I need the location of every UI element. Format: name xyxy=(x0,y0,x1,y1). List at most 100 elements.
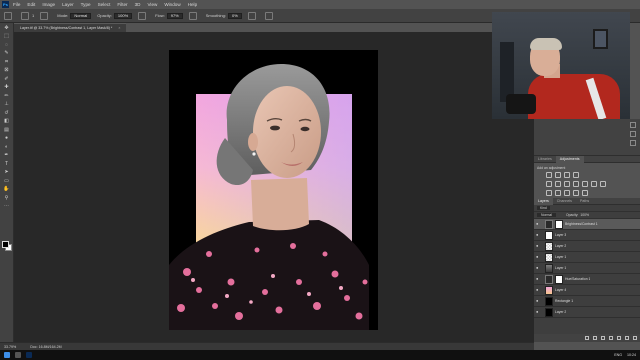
visibility-eye-icon[interactable]: ● xyxy=(536,299,541,303)
tab-paths[interactable]: Paths xyxy=(576,199,593,203)
marquee-tool[interactable]: ⬚ xyxy=(2,33,11,40)
tab-channels[interactable]: Channels xyxy=(553,199,576,203)
pressure-opacity-button[interactable] xyxy=(138,11,149,20)
search-icon[interactable] xyxy=(15,352,21,358)
visibility-eye-icon[interactable]: ● xyxy=(536,288,541,292)
gradient-map-icon[interactable] xyxy=(573,190,579,196)
delete-layer-icon[interactable] xyxy=(633,336,637,340)
tab-libraries[interactable]: Libraries xyxy=(534,157,556,161)
foreground-color-swatch[interactable] xyxy=(2,241,9,248)
blur-tool[interactable]: ● xyxy=(2,135,11,142)
photo-filter-icon[interactable] xyxy=(582,181,588,187)
eyedropper-tool[interactable]: ✐ xyxy=(2,76,11,83)
document-canvas[interactable] xyxy=(169,50,378,330)
mode-select[interactable]: Normal xyxy=(70,12,92,19)
symmetry-button[interactable] xyxy=(264,11,276,20)
home-button[interactable] xyxy=(4,11,15,20)
more-tools-icon[interactable]: ⋯ xyxy=(2,203,11,210)
dodge-tool[interactable]: ◐ xyxy=(2,144,11,151)
hue-saturation-icon[interactable] xyxy=(555,181,561,187)
layer-style-icon[interactable] xyxy=(593,336,597,340)
crop-tool[interactable]: ⌗ xyxy=(2,59,11,66)
layer-row[interactable]: ● Layer 2 xyxy=(534,307,640,318)
visibility-eye-icon[interactable]: ● xyxy=(536,244,541,248)
type-tool[interactable]: T xyxy=(2,161,11,168)
brush-tool[interactable]: ✏ xyxy=(2,93,11,100)
menu-type[interactable]: Type xyxy=(81,2,91,7)
smoothing-settings-button[interactable] xyxy=(247,11,259,20)
smoothing-input[interactable]: 0% xyxy=(227,12,242,19)
path-select-tool[interactable]: ➤ xyxy=(2,169,11,176)
exposure-icon[interactable] xyxy=(573,172,579,178)
posterize-icon[interactable] xyxy=(555,190,561,196)
quick-select-tool[interactable]: ✎ xyxy=(2,50,11,57)
pen-tool[interactable]: ✒ xyxy=(2,152,11,159)
healing-tool[interactable]: ✚ xyxy=(2,84,11,91)
menu-edit[interactable]: Edit xyxy=(27,2,35,7)
lasso-tool[interactable]: ◌ xyxy=(2,42,11,49)
color-balance-icon[interactable] xyxy=(564,181,570,187)
layer-mask-thumbnail[interactable] xyxy=(555,274,563,284)
visibility-eye-icon[interactable]: ● xyxy=(536,222,541,226)
layer-kind-filter[interactable]: Kind xyxy=(537,206,550,210)
zoom-level[interactable]: 33.79% xyxy=(4,345,16,349)
new-group-icon[interactable] xyxy=(617,336,621,340)
brush-settings-button[interactable] xyxy=(40,11,51,20)
frame-tool[interactable]: ⊠ xyxy=(2,67,11,74)
hand-tool[interactable]: ✋ xyxy=(2,186,11,193)
new-adjustment-icon[interactable] xyxy=(609,336,613,340)
threshold-icon[interactable] xyxy=(564,190,570,196)
stamp-tool[interactable]: ⊥ xyxy=(2,101,11,108)
new-layer-icon[interactable] xyxy=(625,336,629,340)
visibility-eye-icon[interactable]: ● xyxy=(536,310,541,314)
layer-row[interactable]: ● Layer 1 xyxy=(534,263,640,274)
selective-color-icon[interactable] xyxy=(582,190,588,196)
curves-icon[interactable] xyxy=(564,172,570,178)
menu-file[interactable]: File xyxy=(13,2,20,7)
layer-row[interactable]: ● Layer 4 xyxy=(534,285,640,296)
add-mask-icon[interactable] xyxy=(601,336,605,340)
visibility-eye-icon[interactable]: ● xyxy=(536,277,541,281)
tab-layers[interactable]: Layers xyxy=(534,197,553,205)
brush-preset-picker[interactable]: 1 xyxy=(21,11,34,20)
channel-mixer-icon[interactable] xyxy=(591,181,597,187)
visibility-eye-icon[interactable]: ● xyxy=(536,266,541,270)
visibility-eye-icon[interactable]: ● xyxy=(536,255,541,259)
properties-panel-icon[interactable] xyxy=(630,131,636,137)
layer-row[interactable]: ● Brightness/Contrast 1 xyxy=(534,219,640,230)
layer-mask-thumbnail[interactable] xyxy=(555,219,563,229)
menu-window[interactable]: Window xyxy=(164,2,180,7)
blend-mode-select[interactable]: Normal xyxy=(537,213,556,217)
shape-tool[interactable]: ▭ xyxy=(2,178,11,185)
layer-row[interactable]: ● Hue/Saturation 1 xyxy=(534,274,640,285)
canvas-area[interactable] xyxy=(14,32,534,342)
menu-view[interactable]: View xyxy=(147,2,157,7)
close-tab-icon[interactable]: × xyxy=(118,26,120,30)
airbrush-button[interactable] xyxy=(188,11,200,20)
color-lookup-icon[interactable] xyxy=(600,181,606,187)
layer-row[interactable]: ● Layer 1 xyxy=(534,252,640,263)
menu-filter[interactable]: Filter xyxy=(117,2,127,7)
history-brush-tool[interactable]: ↺ xyxy=(2,110,11,117)
move-tool[interactable]: ✥ xyxy=(2,25,11,32)
zoom-tool[interactable]: ⚲ xyxy=(2,195,11,202)
levels-icon[interactable] xyxy=(555,172,561,178)
swatches-panel-icon[interactable] xyxy=(630,140,636,146)
black-white-icon[interactable] xyxy=(573,181,579,187)
document-tab[interactable]: Layer.tif @ 33.7% (Brightness/Contrast 1… xyxy=(14,23,127,32)
invert-icon[interactable] xyxy=(546,190,552,196)
menu-3d[interactable]: 3D xyxy=(135,2,141,7)
menu-image[interactable]: Image xyxy=(42,2,55,7)
layer-row[interactable]: ● Rectangle 1 xyxy=(534,296,640,307)
flow-input[interactable]: 97% xyxy=(166,12,183,19)
menu-select[interactable]: Select xyxy=(98,2,111,7)
link-layers-icon[interactable] xyxy=(585,336,589,340)
menu-layer[interactable]: Layer xyxy=(62,2,74,7)
menu-help[interactable]: Help xyxy=(188,2,197,7)
gradient-tool[interactable]: ▤ xyxy=(2,127,11,134)
layer-row[interactable]: ● Layer 2 xyxy=(534,241,640,252)
windows-start-icon[interactable] xyxy=(4,352,10,358)
eraser-tool[interactable]: ◧ xyxy=(2,118,11,125)
opacity-input[interactable]: 100% xyxy=(113,12,133,19)
history-panel-icon[interactable] xyxy=(630,122,636,128)
